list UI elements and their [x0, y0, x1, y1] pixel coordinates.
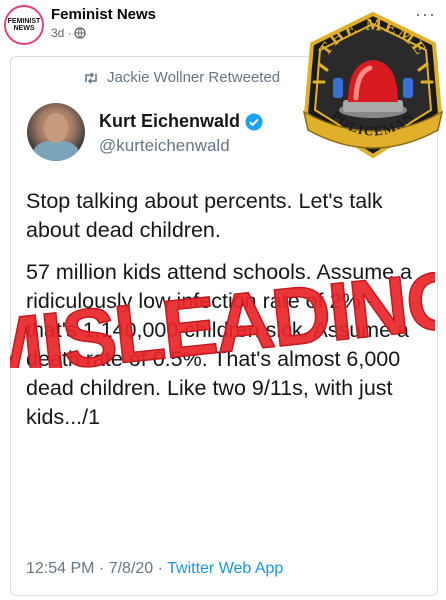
- tweet-paragraph-1: Stop talking about percents. Let's talk …: [26, 189, 383, 242]
- retweet-row: Jackie Wollner Retweeted: [83, 69, 280, 86]
- post-meta: 3d ·: [51, 26, 87, 40]
- meme-policeman-badge: THE MEME POLICEMAN: [302, 11, 444, 159]
- tweet-footer: 12:54 PM · 7/8/20 · Twitter Web App: [26, 560, 283, 578]
- page-name[interactable]: Feminist News: [51, 6, 156, 23]
- tweet-timestamp[interactable]: 12:54 PM · 7/8/20 ·: [26, 560, 167, 577]
- avatar-text: FEMINIST NEWS: [6, 18, 42, 32]
- retweet-icon: [85, 71, 97, 84]
- meta-separator: ·: [67, 26, 72, 40]
- globe-icon: [74, 27, 87, 39]
- post-time[interactable]: 3d: [51, 26, 64, 40]
- tweet-source[interactable]: Twitter Web App: [167, 560, 283, 577]
- author-name-text: Kurt Eichenwald: [99, 111, 241, 131]
- author-name[interactable]: Kurt Eichenwald: [99, 111, 263, 132]
- avatar-shirt: [33, 141, 79, 161]
- avatar-head: [44, 113, 68, 143]
- tweet-paragraph-2: 57 million kids attend schools. Assume a…: [26, 260, 413, 429]
- author-handle[interactable]: @kurteichenwald: [99, 136, 230, 156]
- author-avatar[interactable]: [27, 103, 85, 161]
- retweet-label[interactable]: Jackie Wollner Retweeted: [107, 69, 280, 86]
- verified-badge-icon: [245, 113, 263, 130]
- tweet-body: Stop talking about percents. Let's talk …: [26, 187, 426, 445]
- page-avatar[interactable]: FEMINIST NEWS: [4, 5, 44, 45]
